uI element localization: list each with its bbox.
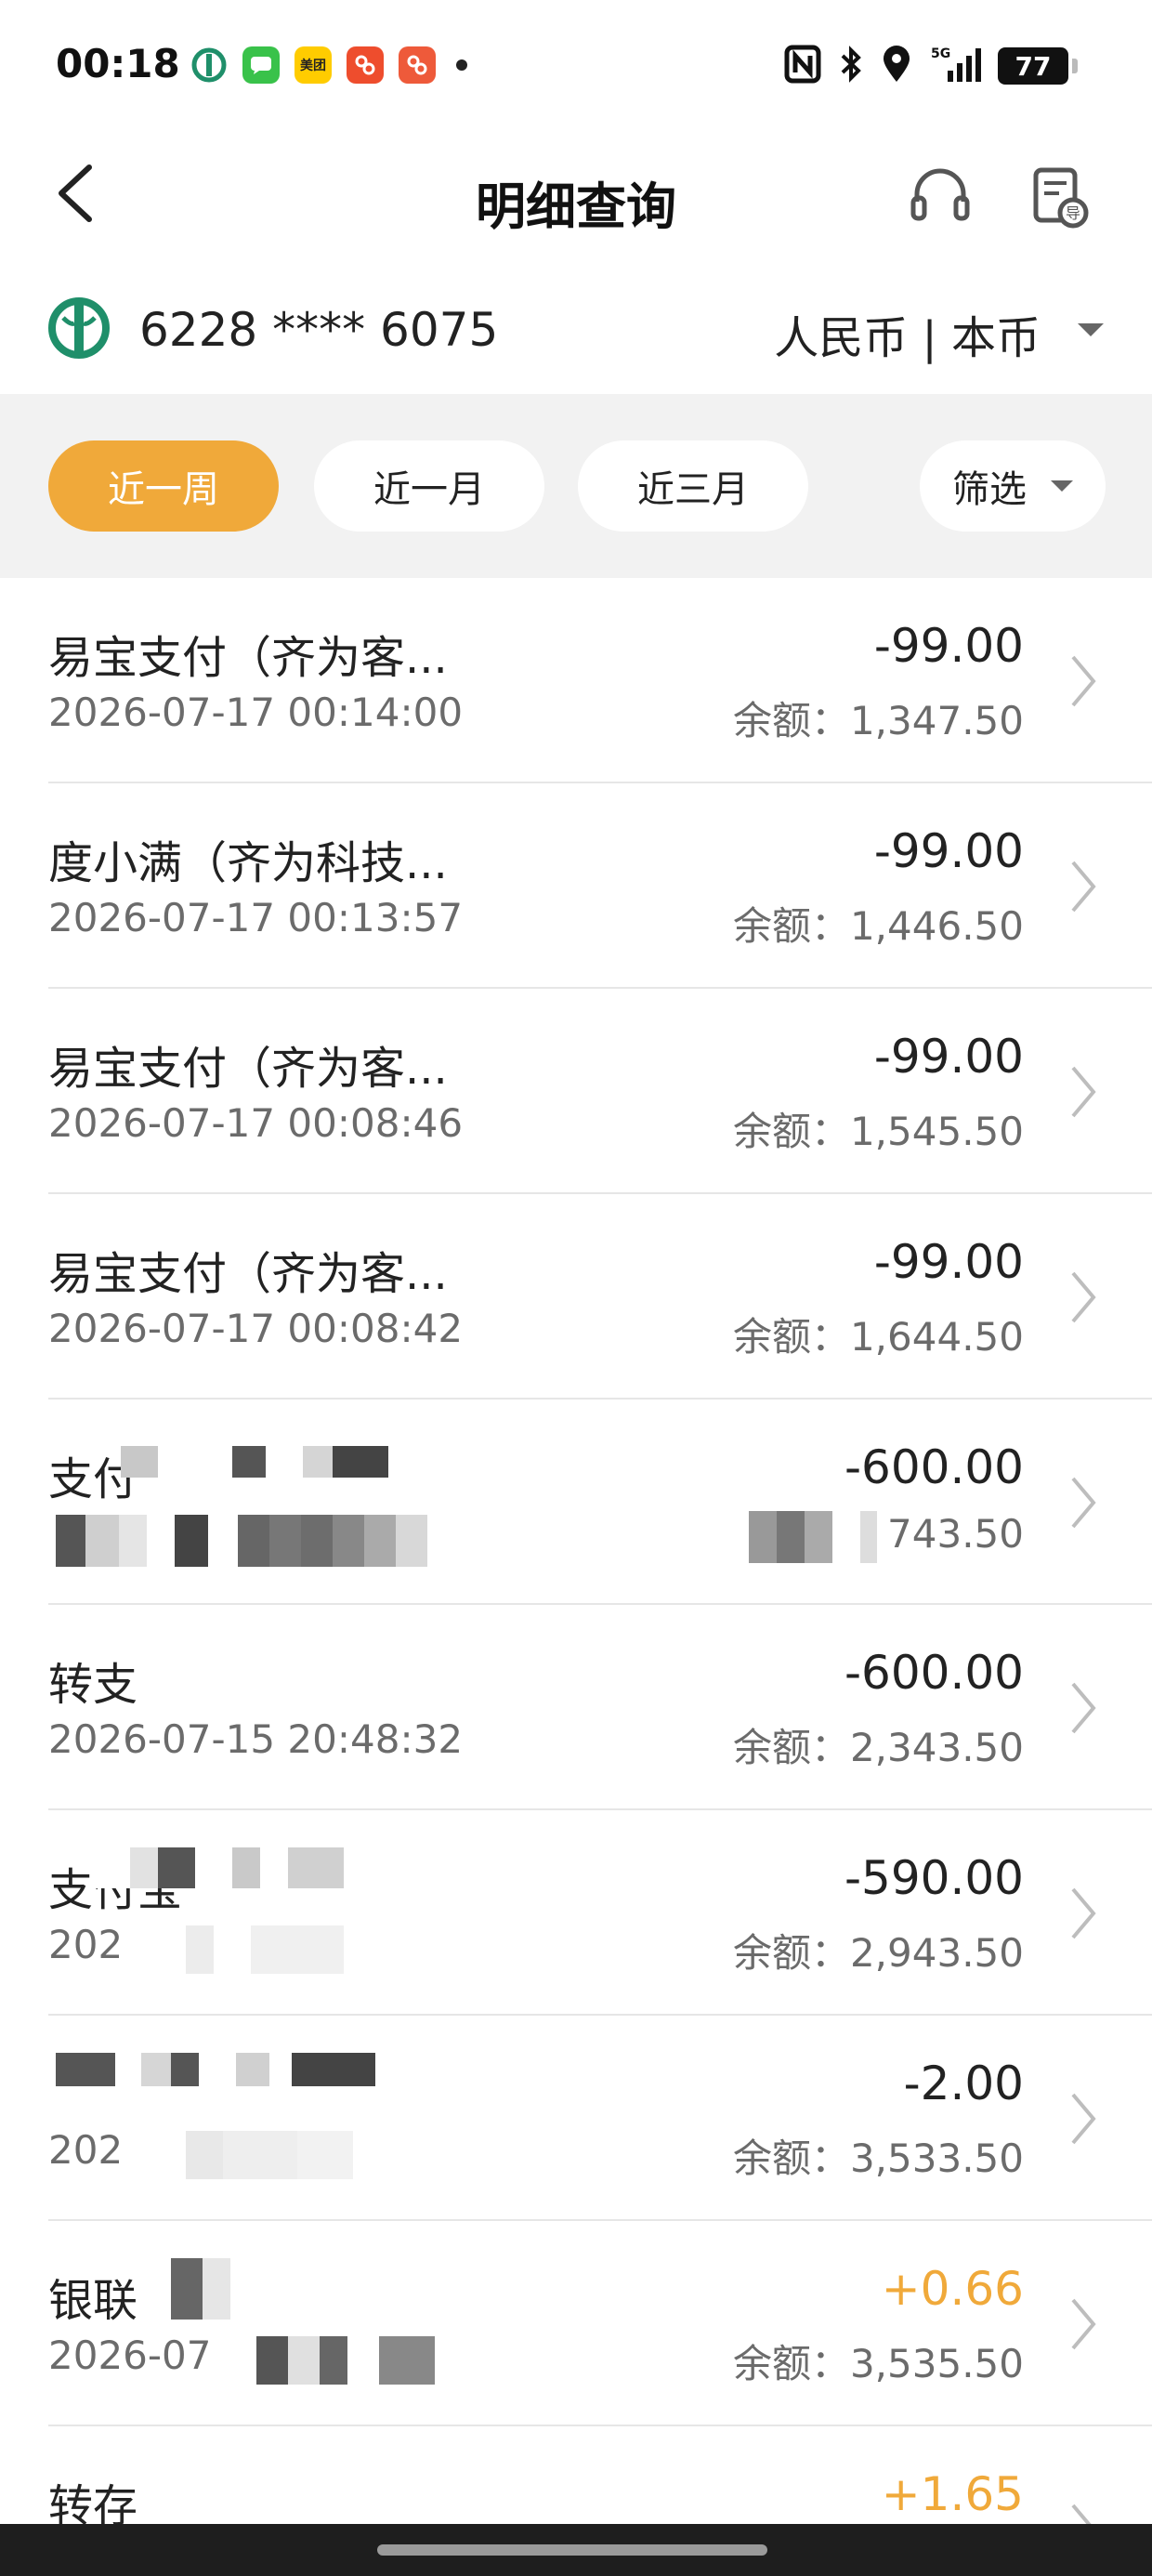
chevron-right-icon: [1055, 2292, 1111, 2357]
chevron-right-icon: [1055, 1676, 1111, 1741]
transaction-date: 202: [48, 2127, 124, 2173]
transaction-row[interactable]: 度小满（齐为科技... 2026-07-17 00:13:57 -99.00 余…: [0, 783, 1152, 989]
transaction-amount: -99.00: [873, 1235, 1024, 1289]
page-header: 明细查询 导: [0, 138, 1152, 258]
filter-label: 筛选: [952, 468, 1027, 511]
transaction-amount: -99.00: [873, 824, 1024, 878]
document-export-icon: 导: [1033, 167, 1089, 229]
transaction-balance: 余额：2,943.50: [732, 1930, 1024, 1976]
transaction-date: 202: [48, 1922, 124, 1967]
redacted-mask: [121, 1446, 388, 1478]
headset-icon: [910, 168, 970, 221]
status-bar: 00:18 美团 5G 77: [0, 0, 1152, 138]
transaction-name: 易宝支付（齐为客...: [48, 1248, 448, 1300]
transaction-row[interactable]: 易宝支付（齐为客... 2026-07-17 00:08:42 -99.00 余…: [0, 1194, 1152, 1400]
abc-bank-logo-icon: [48, 297, 110, 359]
transaction-date: 2026-07-17 00:08:42: [48, 1306, 464, 1351]
pdd-app-icon: [347, 46, 384, 84]
filter-last-week[interactable]: 近一周: [48, 440, 279, 532]
transaction-date: 2026-07-17 00:13:57: [48, 895, 464, 940]
transaction-balance: 余额：1,545.50: [732, 1109, 1024, 1154]
transaction-date: 2026-07-17 00:08:46: [48, 1100, 464, 1146]
transaction-balance: 余额：1,446.50: [732, 903, 1024, 949]
chevron-right-icon: [1055, 1059, 1111, 1124]
chevron-right-icon: [1055, 1881, 1111, 1946]
transaction-date: 2026-07: [48, 2333, 212, 2378]
transaction-amount: -600.00: [844, 1440, 1024, 1494]
page-title: 明细查询: [476, 177, 676, 236]
caret-down-icon: [1078, 323, 1104, 336]
transaction-row[interactable]: 银联 2026-07 +0.66 余额：3,535.50: [0, 2221, 1152, 2426]
meituan-app-icon: 美团: [295, 46, 332, 84]
transaction-amount: -600.00: [844, 1646, 1024, 1700]
caret-down-icon: [1051, 480, 1073, 492]
transaction-amount: -99.00: [873, 619, 1024, 673]
transaction-name: 易宝支付（齐为客...: [48, 1043, 448, 1095]
transaction-balance: 743.50: [887, 1511, 1024, 1557]
account-selector[interactable]: 6228 **** 6075 人民币 | 本币: [0, 269, 1152, 390]
transaction-balance: 余额：1,347.50: [732, 698, 1024, 743]
svg-text:导: 导: [1066, 204, 1080, 222]
transaction-row[interactable]: 易宝支付（齐为客... 2026-07-17 00:14:00 -99.00 余…: [0, 578, 1152, 783]
transaction-name: 银联: [48, 2275, 138, 2327]
transaction-balance: 余额：2,343.50: [732, 1725, 1024, 1770]
transaction-amount: -590.00: [844, 1851, 1024, 1905]
transaction-list: 易宝支付（齐为客... 2026-07-17 00:14:00 -99.00 余…: [0, 578, 1152, 2576]
notification-icons: 美团: [190, 46, 467, 84]
chevron-right-icon: [1055, 1470, 1111, 1535]
redacted-mask: [56, 2053, 375, 2086]
chevron-right-icon: [1055, 2086, 1111, 2151]
location-icon: [881, 45, 912, 87]
pdd-alt-app-icon: [399, 46, 436, 84]
chevron-right-icon: [1055, 854, 1111, 919]
transaction-balance: 余额：1,644.50: [732, 1314, 1024, 1360]
transaction-row[interactable]: 支付宝 202 -590.00 余额：2,943.50: [0, 1810, 1152, 2016]
chevron-right-icon: [1055, 1265, 1111, 1330]
chevron-right-icon: [1055, 649, 1111, 714]
transaction-amount: +1.65: [881, 2467, 1024, 2521]
redacted-mask: [151, 2258, 230, 2320]
bluetooth-icon: [838, 45, 864, 87]
redacted-mask: [749, 1511, 877, 1563]
export-statement-button[interactable]: 导: [1020, 158, 1098, 236]
svg-text:5G: 5G: [931, 46, 950, 61]
filter-button[interactable]: 筛选: [920, 440, 1106, 532]
transaction-name: 度小满（齐为科技...: [48, 837, 448, 889]
card-number: 6228 **** 6075: [139, 303, 499, 357]
signal-5g-icon: 5G: [929, 45, 981, 87]
status-time: 00:18: [56, 41, 180, 86]
home-gesture-handle[interactable]: [377, 2544, 767, 2556]
gesture-navigation-bar: [0, 2524, 1152, 2576]
currency-selector[interactable]: 人民币 | 本币: [774, 301, 1041, 366]
transaction-balance: 余额：3,533.50: [732, 2136, 1024, 2181]
redacted-mask: [130, 2131, 353, 2179]
transaction-row[interactable]: 支付 -600.00 743.50: [0, 1400, 1152, 1605]
messages-app-icon: [242, 46, 280, 84]
transaction-amount: -99.00: [873, 1030, 1024, 1084]
transaction-amount: +0.66: [881, 2262, 1024, 2316]
more-notifications-dot: [456, 59, 467, 71]
date-filter-bar: 近一周 近一月 近三月 筛选: [0, 394, 1152, 578]
redacted-mask: [210, 2336, 435, 2385]
system-icons: 5G 77: [784, 45, 1078, 87]
transaction-name: 转支: [48, 1659, 138, 1711]
transaction-balance: 余额：3,535.50: [732, 2341, 1024, 2386]
transaction-row[interactable]: 易宝支付（齐为客... 2026-07-17 00:08:46 -99.00 余…: [0, 989, 1152, 1194]
transaction-row[interactable]: 转支 2026-07-15 20:48:32 -600.00 余额：2,343.…: [0, 1605, 1152, 1810]
transaction-date: 2026-07-17 00:14:00: [48, 690, 464, 735]
nfc-icon: [784, 45, 821, 87]
customer-service-button[interactable]: [901, 158, 979, 236]
filter-last-three-months[interactable]: 近三月: [578, 440, 808, 532]
redacted-mask: [56, 1515, 427, 1567]
transaction-date: 2026-07-15 20:48:32: [48, 1716, 464, 1762]
redacted-mask: [130, 1925, 344, 1974]
filter-last-month[interactable]: 近一月: [314, 440, 544, 532]
transaction-row[interactable]: 202 -2.00 余额：3,533.50: [0, 2016, 1152, 2221]
abc-bank-app-icon: [190, 46, 228, 84]
redacted-mask: [93, 1847, 344, 1888]
transaction-name: 易宝支付（齐为客...: [48, 632, 448, 684]
battery-indicator: 77: [998, 47, 1078, 85]
transaction-amount: -2.00: [903, 2057, 1024, 2110]
